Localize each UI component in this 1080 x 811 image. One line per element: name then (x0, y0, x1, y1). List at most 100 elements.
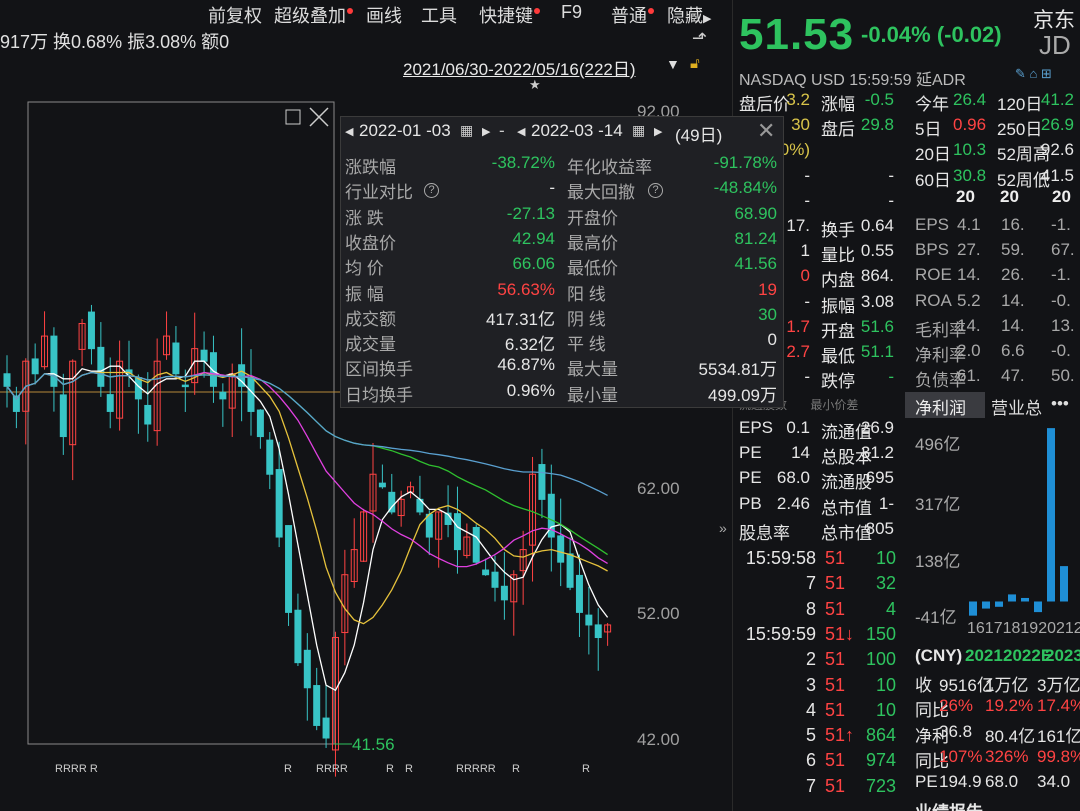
calendar-icon[interactable]: ▦ (460, 122, 473, 139)
profit-bar (982, 601, 990, 609)
candle-body (425, 513, 433, 538)
toolbar-normal[interactable]: 普通 (611, 2, 654, 28)
tick-volume: 32 (875, 573, 896, 594)
lock-icon[interactable]: 🔓︎ (690, 55, 700, 72)
notify-dot (648, 8, 654, 14)
forecast-value: 1万亿 (985, 676, 1029, 695)
collapse-arrow-icon[interactable]: » (719, 520, 727, 536)
fin-value: 6.6 (1001, 341, 1025, 360)
stat-value: 56.63% (497, 279, 555, 299)
fin-year: 20 (1052, 187, 1071, 206)
interval-stats-popup[interactable]: ◀ 2022-01 -03 ▦ ▶ - ◀ 2022-03 -14 ▦ ▶ (4… (340, 116, 784, 408)
candle-body (181, 384, 189, 388)
profit-bar (1008, 594, 1016, 602)
edit-icon[interactable]: ✎ ⌂ ⊞ (1015, 66, 1052, 82)
start-date-input[interactable]: 2022-01 -03 (359, 121, 451, 141)
forecast-head: 2023E (1045, 646, 1080, 665)
forecast-value: 326% (985, 746, 1029, 766)
fin-label: ROE (915, 265, 952, 285)
toolbar-draw[interactable]: 画线 (366, 2, 402, 28)
fin-value: 14. (1001, 315, 1025, 335)
detail-value: 17. (786, 216, 810, 235)
perf-value: 26.9 (1040, 115, 1074, 135)
forecast-head: 2021 (965, 646, 1003, 665)
val-label: PE (739, 468, 762, 488)
expand-icon[interactable]: ⬏ (692, 28, 707, 49)
toolbar-tools[interactable]: 工具 (421, 2, 457, 28)
next-arrow-icon[interactable]: ▶ (654, 125, 662, 138)
detail-value: 0 (800, 266, 810, 286)
r-mark: RRRRR (456, 763, 496, 775)
r-mark: R (582, 763, 590, 775)
kline-chart-area[interactable]: 前复权 超级叠加 画线 工具 快捷键 F9 普通 隐藏▶ 917万 换0.68%… (0, 0, 784, 811)
ma10-line (6, 370, 608, 625)
fin-label: ROA (915, 290, 952, 310)
detail-value: -0.5 (864, 90, 894, 109)
candle-body (87, 311, 95, 350)
stat-value: 42.94 (512, 228, 555, 248)
fin-value: -0. (1051, 341, 1071, 360)
fin-value: 13. (1051, 315, 1075, 335)
tick-volume: 10 (875, 548, 896, 568)
toolbar-fuquan-label: 前复权 (208, 6, 262, 26)
detail-value: 0.64 (860, 216, 894, 235)
next-arrow-icon[interactable]: ▶ (482, 125, 490, 138)
tab-net-profit[interactable]: 净利润 (905, 392, 985, 418)
tick-price: 51 (825, 548, 846, 568)
tick-volume: 100 (865, 649, 896, 670)
stat-label: 成交量 (345, 335, 396, 355)
detail-value: 30 (791, 115, 810, 135)
val-value: 31.2 (860, 443, 894, 463)
help-icon[interactable]: ? (421, 179, 439, 199)
val-label: 总市值 (821, 523, 872, 543)
detail-label: 量比 (821, 246, 855, 266)
profit-bar-chart[interactable] (965, 420, 1077, 620)
toolbar-hide[interactable]: 隐藏▶ (667, 2, 711, 28)
candle-body (453, 513, 461, 551)
close-selection-icon[interactable] (309, 107, 329, 127)
more-icon[interactable]: ••• (1051, 394, 1069, 414)
fin-year: 20 (1000, 187, 1019, 206)
toolbar-fuquan[interactable]: 前复权 (208, 2, 262, 28)
stat-label: 最大回撤 (567, 183, 635, 203)
stat-value: -91.78% (713, 153, 777, 172)
stat-value: -27.13 (506, 203, 555, 223)
stat-value: -48.84% (713, 178, 777, 198)
candle-body (294, 609, 302, 664)
prev-arrow-icon[interactable]: ◀ (517, 125, 525, 138)
calendar-icon[interactable]: ▦ (632, 122, 645, 139)
earnings-report-link[interactable]: 业绩报告 (915, 798, 983, 811)
selection-box[interactable] (27, 101, 335, 745)
tick-time: 2 (805, 649, 816, 670)
profit-bar (969, 601, 977, 616)
bar-y-tick: 138亿 (915, 552, 961, 571)
forecast-value: 19.2% (985, 696, 1034, 716)
forecast-value: 17.4% (1037, 696, 1080, 716)
date-range[interactable]: 2021/06/30-2022/05/16(222日) (403, 55, 636, 80)
forecast-value: 36.8 (939, 721, 973, 741)
detail-label: 跌停 (821, 372, 855, 392)
stat-label: 最高价 (567, 233, 618, 253)
stat-label: 年化收益率 (567, 158, 652, 177)
tab-revenue[interactable]: 营业总 (991, 394, 1042, 419)
maximize-icon[interactable] (285, 109, 301, 125)
close-icon[interactable]: ✕ (757, 118, 775, 144)
toolbar-shortcut[interactable]: 快捷键 (479, 2, 540, 28)
toolbar-overlay-label: 超级叠加 (274, 6, 346, 26)
forecast-label: 收 (915, 676, 932, 695)
fin-value: 14. (1001, 290, 1025, 310)
tick-price: 51↓ (825, 623, 855, 644)
dropdown-icon[interactable]: ▼ (666, 56, 680, 72)
end-date-input[interactable]: 2022-03 -14 (531, 121, 623, 141)
stat-label: 均 价 (345, 259, 384, 279)
val-value: 68.0 (776, 468, 810, 488)
prev-arrow-icon[interactable]: ◀ (345, 125, 353, 138)
fin-year: 20 (956, 187, 975, 206)
forecast-value: 34.0 (1037, 772, 1071, 792)
toolbar-overlay[interactable]: 超级叠加 (274, 2, 353, 28)
candle-body (538, 464, 546, 500)
help-icon[interactable]: ? (645, 179, 663, 199)
toolbar-f9[interactable]: F9 (561, 2, 582, 23)
fin-value: 47. (1001, 366, 1025, 386)
fin-value: 16. (1001, 215, 1025, 234)
